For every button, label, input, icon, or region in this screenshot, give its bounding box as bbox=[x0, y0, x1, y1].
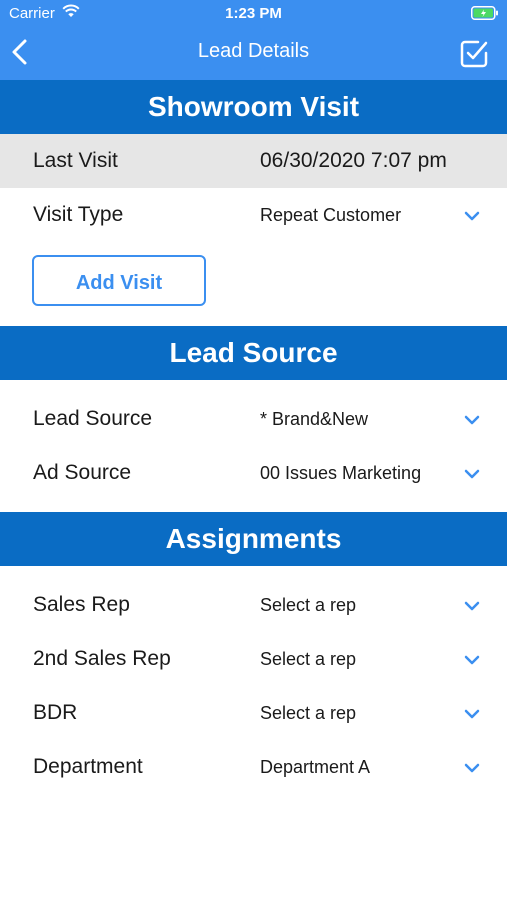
page-title: Lead Details bbox=[197, 40, 310, 62]
second-sales-rep-value[interactable]: Select a rep bbox=[260, 649, 356, 670]
section-header-lead-source: Lead Source bbox=[0, 326, 507, 380]
visit-type-label: Visit Type bbox=[33, 203, 124, 226]
chevron-down-icon[interactable] bbox=[464, 467, 480, 479]
battery-icon bbox=[471, 6, 499, 25]
status-time: 1:23 PM bbox=[225, 5, 282, 22]
last-visit-value: 06/30/2020 7:07 pm bbox=[260, 149, 447, 172]
sales-rep-label: Sales Rep bbox=[33, 593, 130, 616]
ad-source-label: Ad Source bbox=[33, 461, 132, 484]
ad-source-value[interactable]: 00 Issues Marketing bbox=[260, 463, 421, 484]
chevron-down-icon[interactable] bbox=[464, 761, 480, 773]
second-sales-rep-row[interactable]: 2nd Sales Rep Select a rep bbox=[0, 632, 507, 686]
ad-source-row[interactable]: Ad Source 00 Issues Marketing bbox=[0, 446, 507, 500]
add-visit-button[interactable]: Add Visit bbox=[32, 255, 206, 306]
lead-source-row[interactable]: Lead Source * Brand&New bbox=[0, 392, 507, 446]
second-sales-rep-label: 2nd Sales Rep bbox=[33, 647, 171, 670]
sales-rep-value[interactable]: Select a rep bbox=[260, 595, 356, 616]
sales-rep-row[interactable]: Sales Rep Select a rep bbox=[0, 578, 507, 632]
lead-source-label: Lead Source bbox=[33, 407, 153, 430]
chevron-down-icon[interactable] bbox=[464, 599, 480, 611]
chevron-down-icon[interactable] bbox=[464, 653, 480, 665]
visit-type-value[interactable]: Repeat Customer bbox=[260, 205, 401, 226]
last-visit-label: Last Visit bbox=[33, 149, 118, 172]
bdr-row[interactable]: BDR Select a rep bbox=[0, 686, 507, 740]
navigation-bar: Lead Details bbox=[0, 28, 507, 80]
top-bar: Carrier 1:23 PM Lead Details bbox=[0, 0, 507, 80]
last-visit-row: Last Visit 06/30/2020 7:07 pm bbox=[0, 134, 507, 188]
bdr-label: BDR bbox=[33, 701, 78, 724]
department-row[interactable]: Department Department A bbox=[0, 740, 507, 794]
department-value[interactable]: Department A bbox=[260, 757, 370, 778]
section-header-showroom-visit: Showroom Visit bbox=[0, 80, 507, 134]
chevron-down-icon[interactable] bbox=[464, 209, 480, 221]
checkbox-done-icon[interactable] bbox=[458, 38, 490, 70]
status-bar: Carrier 1:23 PM bbox=[0, 0, 507, 28]
bdr-value[interactable]: Select a rep bbox=[260, 703, 356, 724]
department-label: Department bbox=[33, 755, 143, 778]
chevron-down-icon[interactable] bbox=[464, 413, 480, 425]
visit-type-row[interactable]: Visit Type Repeat Customer bbox=[0, 188, 507, 242]
lead-source-value[interactable]: * Brand&New bbox=[260, 409, 368, 430]
chevron-down-icon[interactable] bbox=[464, 707, 480, 719]
section-header-assignments: Assignments bbox=[0, 512, 507, 566]
